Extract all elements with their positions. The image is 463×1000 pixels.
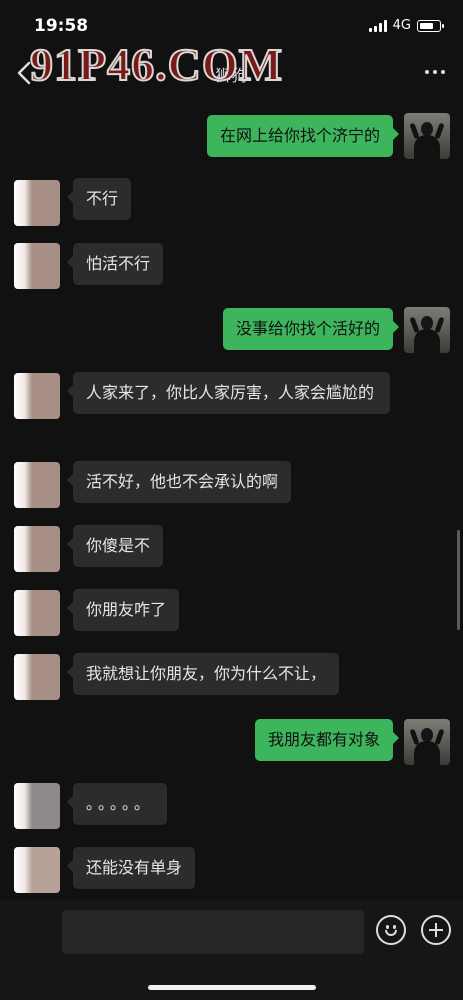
message-input[interactable] bbox=[62, 910, 364, 954]
my-avatar[interactable] bbox=[404, 113, 450, 159]
chat-list[interactable]: 在网上给你找个济宁的 不行 怕活不行 没事给你找个活好的 人家来了，你比人家厉害… bbox=[0, 100, 463, 900]
message-bubble-in[interactable]: 人家来了，你比人家厉害，人家会尴尬的 bbox=[67, 372, 390, 414]
contact-avatar[interactable] bbox=[14, 783, 60, 829]
contact-avatar[interactable] bbox=[14, 462, 60, 508]
my-avatar[interactable] bbox=[404, 719, 450, 765]
more-dots-icon[interactable] bbox=[425, 70, 445, 74]
message-bubble-out[interactable]: 我朋友都有对象 bbox=[254, 719, 400, 761]
message-bubble-in[interactable]: 不行 bbox=[66, 178, 132, 220]
message-bubble-in[interactable]: 我就想让你朋友，你为什么不让， bbox=[66, 653, 340, 695]
status-time: 19:58 bbox=[34, 16, 89, 36]
message-bubble-in[interactable]: 怕活不行 bbox=[66, 243, 164, 285]
contact-avatar[interactable] bbox=[14, 654, 60, 700]
message-bubble-in[interactable]: 。。。。。 bbox=[66, 783, 168, 825]
message-bubble-in[interactable]: 还能没有单身 bbox=[66, 847, 196, 889]
nav-bar: 狮狗 bbox=[0, 50, 463, 96]
plus-icon[interactable] bbox=[421, 915, 451, 945]
message-bubble-in[interactable]: 活不好，他也不会承认的啊 bbox=[66, 461, 292, 503]
my-avatar[interactable] bbox=[404, 307, 450, 353]
home-indicator bbox=[148, 985, 316, 990]
message-bubble-in[interactable]: 你朋友咋了 bbox=[66, 589, 180, 631]
network-type: 4G bbox=[392, 18, 411, 33]
contact-avatar[interactable] bbox=[14, 243, 60, 289]
signal-icon bbox=[368, 19, 387, 32]
contact-avatar[interactable] bbox=[14, 373, 60, 419]
chat-title: 狮狗 bbox=[215, 66, 248, 85]
message-bubble-out[interactable]: 在网上给你找个济宁的 bbox=[206, 115, 400, 157]
battery-level bbox=[420, 22, 433, 29]
scrollbar-thumb[interactable] bbox=[457, 530, 460, 630]
status-indicators: 4G bbox=[368, 18, 444, 33]
contact-avatar[interactable] bbox=[14, 180, 60, 226]
emoji-icon[interactable] bbox=[376, 915, 406, 945]
message-bubble-out[interactable]: 没事给你找个活好的 bbox=[222, 308, 400, 350]
contact-avatar[interactable] bbox=[14, 526, 60, 572]
contact-avatar[interactable] bbox=[14, 847, 60, 893]
battery-icon bbox=[417, 19, 444, 32]
message-bubble-in[interactable]: 你傻是不 bbox=[66, 525, 164, 567]
contact-avatar[interactable] bbox=[14, 590, 60, 636]
status-bar: 19:58 4G bbox=[0, 0, 463, 50]
